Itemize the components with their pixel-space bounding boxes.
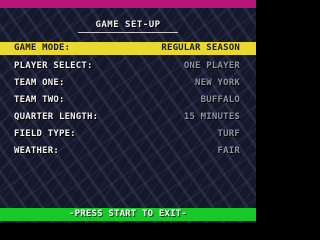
setting-row-game-mode[interactable]: GAME MODE: REGULAR SEASON: [14, 43, 240, 54]
setting-label: QUARTER LENGTH:: [14, 112, 99, 122]
setting-row-team-two[interactable]: TEAM TWO: BUFFALO: [14, 95, 240, 106]
setting-value[interactable]: NEW YORK: [195, 78, 240, 89]
setting-row-weather[interactable]: WEATHER: FAIR: [14, 146, 240, 157]
setting-value[interactable]: ONE PLAYER: [184, 61, 240, 72]
game-setup-screen: GAME SET-UP GAME MODE: REGULAR SEASON PL…: [0, 0, 256, 223]
setting-row-quarter-length[interactable]: QUARTER LENGTH: 15 MINUTES: [14, 112, 240, 123]
screen-title: GAME SET-UP: [95, 20, 161, 30]
setting-value[interactable]: REGULAR SEASON: [161, 43, 240, 54]
setting-value[interactable]: FAIR: [218, 146, 240, 157]
setting-label: PLAYER SELECT:: [14, 61, 93, 71]
setting-row-team-one[interactable]: TEAM ONE: NEW YORK: [14, 78, 240, 89]
title-underline: [78, 32, 178, 33]
setting-value[interactable]: TURF: [218, 129, 240, 140]
setting-label: TEAM ONE:: [14, 78, 65, 88]
setting-value[interactable]: 15 MINUTES: [184, 112, 240, 123]
exit-prompt[interactable]: -PRESS START TO EXIT-: [0, 209, 256, 220]
setting-label: WEATHER:: [14, 146, 59, 156]
setting-label: TEAM TWO:: [14, 95, 65, 105]
setting-label: GAME MODE:: [14, 43, 71, 53]
top-accent-bar: [0, 0, 256, 8]
setting-label: FIELD TYPE:: [14, 129, 76, 139]
setting-value[interactable]: BUFFALO: [201, 95, 240, 106]
setting-row-field-type[interactable]: FIELD TYPE: TURF: [14, 129, 240, 140]
setting-row-player-select[interactable]: PLAYER SELECT: ONE PLAYER: [14, 61, 240, 72]
